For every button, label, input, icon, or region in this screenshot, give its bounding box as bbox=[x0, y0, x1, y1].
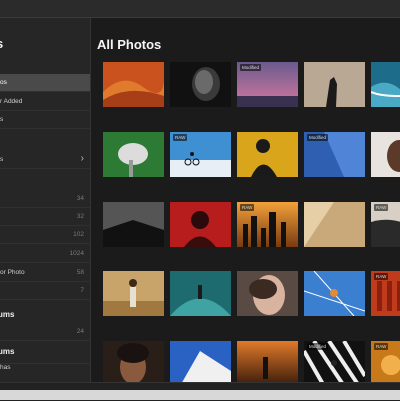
sidebar-item-label: has bbox=[0, 364, 11, 371]
photo-thumbnail[interactable] bbox=[237, 271, 298, 316]
sidebar-item-count: 34 bbox=[76, 195, 84, 202]
sidebar-item-label: s bbox=[0, 156, 4, 163]
sidebar-item-count: 32 bbox=[76, 213, 84, 220]
photo-thumbnail[interactable] bbox=[237, 132, 298, 177]
sidebar-item-color-photo[interactable]: or Photo 58 bbox=[0, 264, 90, 282]
sidebar-item[interactable]: 7 bbox=[0, 282, 90, 300]
photo-thumbnail[interactable]: Modified bbox=[304, 132, 365, 177]
sidebar-item-panoramas[interactable]: has bbox=[0, 346, 90, 371]
modified-badge: Modified bbox=[307, 134, 329, 141]
sidebar-item[interactable]: 34 bbox=[0, 190, 90, 208]
raw-badge: RAW bbox=[374, 204, 389, 211]
sidebar-item-label: r Added bbox=[0, 98, 23, 105]
photo-thumbnail[interactable]: RAW bbox=[237, 202, 298, 247]
raw-badge: RAW bbox=[173, 134, 188, 141]
photo-thumbnail[interactable] bbox=[237, 341, 298, 382]
sidebar-item-label: or Photo bbox=[0, 269, 25, 276]
sidebar-item-all-photos[interactable]: os bbox=[0, 74, 90, 92]
sidebar: s os r Added s s › 34 32 102 1024 or Pho… bbox=[0, 18, 91, 382]
sidebar-item-label: s bbox=[0, 116, 4, 123]
photo-thumbnail[interactable] bbox=[371, 132, 400, 177]
horizontal-scrollbar[interactable] bbox=[0, 390, 400, 400]
raw-badge: RAW bbox=[240, 204, 255, 211]
sidebar-item-people[interactable]: s › bbox=[0, 151, 90, 169]
sidebar-item-label: os bbox=[0, 79, 7, 86]
photo-thumbnail[interactable] bbox=[371, 62, 400, 107]
photo-thumbnail[interactable]: RAW bbox=[371, 271, 400, 316]
photo-thumbnail[interactable] bbox=[304, 62, 365, 107]
sidebar-item[interactable]: 1024 bbox=[0, 245, 90, 263]
photo-thumbnail[interactable] bbox=[170, 271, 231, 316]
sidebar-item-count: 58 bbox=[76, 269, 84, 276]
sidebar-item-count: 24 bbox=[76, 328, 84, 335]
modified-badge: Modified bbox=[240, 64, 262, 71]
sidebar-item-count: 1024 bbox=[69, 250, 84, 257]
raw-badge: RAW bbox=[374, 343, 389, 350]
sidebar-item-recently-added[interactable]: r Added bbox=[0, 93, 90, 111]
sidebar-item-count: 7 bbox=[80, 287, 84, 294]
window-titlebar bbox=[0, 0, 400, 18]
photo-thumbnail[interactable] bbox=[170, 341, 231, 382]
photo-thumbnail[interactable]: RAW bbox=[170, 132, 231, 177]
page-title: All Photos bbox=[97, 37, 162, 52]
photo-thumbnail[interactable] bbox=[304, 271, 365, 316]
photo-thumbnail[interactable] bbox=[103, 132, 164, 177]
photo-thumbnail[interactable] bbox=[103, 202, 164, 247]
photo-thumbnail[interactable] bbox=[103, 271, 164, 316]
photo-thumbnail[interactable] bbox=[304, 202, 365, 247]
sidebar-section-albums: ums bbox=[0, 310, 15, 319]
photo-thumbnail[interactable]: Modified bbox=[304, 341, 365, 382]
sidebar-title: s bbox=[0, 36, 3, 51]
sidebar-item-favorites[interactable]: s bbox=[0, 111, 90, 129]
sidebar-item[interactable]: 24 bbox=[0, 323, 90, 341]
photo-thumbnail[interactable]: Modified bbox=[237, 62, 298, 107]
sidebar-item[interactable]: 32 bbox=[0, 208, 90, 226]
modified-badge: Modified bbox=[307, 343, 329, 350]
photo-thumbnail[interactable] bbox=[170, 202, 231, 247]
photo-grid-area: All Photos Modified RAW Modified RAW RAW… bbox=[91, 18, 400, 382]
sidebar-item[interactable]: 102 bbox=[0, 226, 90, 244]
photo-thumbnail[interactable]: RAW bbox=[371, 341, 400, 382]
chevron-right-icon[interactable]: › bbox=[81, 153, 84, 164]
sidebar-item-count: 102 bbox=[73, 231, 84, 238]
photo-thumbnail[interactable] bbox=[170, 62, 231, 107]
photo-thumbnail[interactable] bbox=[103, 62, 164, 107]
raw-badge: RAW bbox=[374, 273, 389, 280]
photo-thumbnail[interactable] bbox=[103, 341, 164, 382]
photo-thumbnail[interactable]: RAW bbox=[371, 202, 400, 247]
